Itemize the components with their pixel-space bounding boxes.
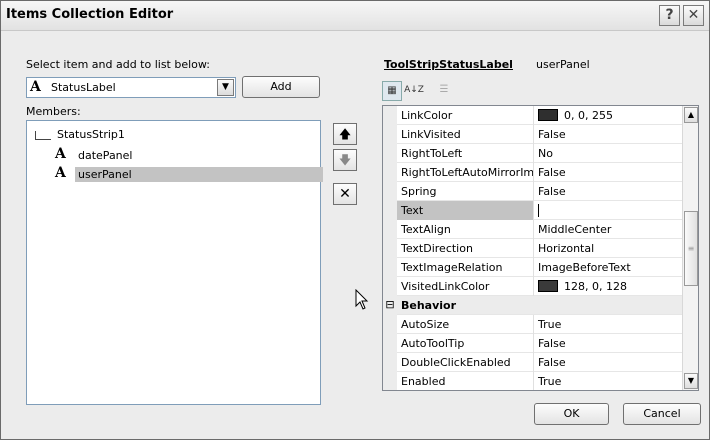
categorized-icon[interactable]: ▦	[382, 81, 402, 101]
property-name: RightToLeftAutoMirrorIm	[397, 163, 534, 182]
property-row-doubleclickenabled[interactable]: DoubleClickEnabled False	[383, 353, 683, 372]
property-row-enabled[interactable]: Enabled True	[383, 372, 683, 390]
property-value[interactable]: 0, 0, 255	[535, 106, 683, 125]
members-list[interactable]: StatusStrip1 A datePanel A userPanel	[26, 120, 323, 405]
remove-button[interactable]: ✕	[333, 183, 357, 205]
move-up-button[interactable]: 🡅	[333, 123, 357, 145]
label-type-icon: A	[55, 146, 66, 162]
arrow-up-icon: 🡅	[338, 127, 352, 141]
window-title: Items Collection Editor	[6, 7, 174, 22]
property-name: Enabled	[397, 372, 534, 390]
select-item-label: Select item and add to list below:	[26, 58, 211, 71]
property-value[interactable]: False	[535, 163, 683, 182]
category-name: Behavior	[401, 299, 457, 312]
item-type-combobox[interactable]: A StatusLabel ▼	[26, 77, 236, 98]
delete-icon: ✕	[339, 186, 351, 202]
label-type-icon: A	[30, 79, 41, 95]
add-button[interactable]: Add	[242, 76, 320, 98]
item-type-value: StatusLabel	[51, 81, 116, 94]
property-name: VisitedLinkColor	[397, 277, 534, 296]
property-row-righttoleftautomirror[interactable]: RightToLeftAutoMirrorIm False	[383, 163, 683, 182]
property-name: LinkColor	[397, 106, 534, 125]
property-row-autosize[interactable]: AutoSize True	[383, 315, 683, 334]
cancel-button[interactable]: Cancel	[623, 403, 701, 425]
property-name: Spring	[397, 182, 534, 201]
property-row-righttoleft[interactable]: RightToLeft No	[383, 144, 683, 163]
property-row-textalign[interactable]: TextAlign MiddleCenter	[383, 220, 683, 239]
property-name: Text	[397, 201, 534, 220]
ok-button[interactable]: OK	[534, 403, 609, 425]
label-type-icon: A	[55, 165, 66, 181]
property-value[interactable]: False	[535, 125, 683, 144]
collapse-icon[interactable]: ⊟	[383, 296, 397, 315]
property-name: TextImageRelation	[397, 258, 534, 277]
selected-object-name: userPanel	[536, 58, 590, 71]
property-row-textdirection[interactable]: TextDirection Horizontal	[383, 239, 683, 258]
property-name: AutoSize	[397, 315, 534, 334]
list-item-label: datePanel	[78, 149, 133, 162]
property-pages-icon[interactable]: ☰	[434, 81, 454, 101]
property-value[interactable]: True	[535, 315, 683, 334]
property-value[interactable]: False	[535, 334, 683, 353]
tree-root-label: StatusStrip1	[57, 128, 125, 141]
tree-root-statusstrip[interactable]: StatusStrip1	[35, 128, 125, 141]
property-row-spring[interactable]: Spring False	[383, 182, 683, 201]
property-name: AutoToolTip	[397, 334, 534, 353]
sort-alphabetical-icon[interactable]: A↓Z	[404, 81, 424, 101]
property-grid[interactable]: LinkColor 0, 0, 255 LinkVisited False Ri…	[382, 105, 699, 391]
property-name: TextDirection	[397, 239, 534, 258]
title-bar: Items Collection Editor ? ✕	[1, 1, 709, 31]
list-item-datepanel[interactable]: A datePanel	[55, 146, 317, 165]
close-icon: ✕	[687, 7, 700, 23]
property-row-linkvisited[interactable]: LinkVisited False	[383, 125, 683, 144]
property-name: DoubleClickEnabled	[397, 353, 534, 372]
property-name: LinkVisited	[397, 125, 534, 144]
ok-button-label: OK	[563, 407, 580, 420]
property-row-visitedlinkcolor[interactable]: VisitedLinkColor 128, 0, 128	[383, 277, 683, 296]
cancel-button-label: Cancel	[643, 407, 681, 420]
items-collection-editor-window: Items Collection Editor ? ✕ Select item …	[0, 0, 710, 440]
color-swatch	[538, 109, 558, 121]
property-row-autotooltip[interactable]: AutoToolTip False	[383, 334, 683, 353]
property-value[interactable]: True	[535, 372, 683, 390]
property-value[interactable]: MiddleCenter	[535, 220, 683, 239]
mouse-pointer-icon	[355, 289, 369, 310]
property-value[interactable]: 128, 0, 128	[535, 277, 683, 296]
scroll-down-icon[interactable]: ▼	[684, 373, 698, 389]
property-value[interactable]: No	[535, 144, 683, 163]
color-swatch	[538, 280, 558, 292]
close-button[interactable]: ✕	[683, 5, 704, 26]
help-button[interactable]: ?	[659, 5, 680, 26]
members-label: Members:	[26, 105, 81, 118]
property-name: RightToLeft	[397, 144, 534, 163]
move-down-button[interactable]: 🡇	[333, 149, 357, 171]
property-grid-scrollbar[interactable]: ▲ ≡ ▼	[682, 106, 698, 390]
property-value[interactable]: Horizontal	[535, 239, 683, 258]
text-caret	[538, 204, 539, 217]
property-value[interactable]: False	[535, 353, 683, 372]
selected-type-name: ToolStripStatusLabel	[384, 58, 513, 71]
arrow-down-icon: 🡇	[338, 153, 352, 167]
scroll-thumb[interactable]: ≡	[684, 211, 698, 286]
property-value[interactable]: ImageBeforeText	[535, 258, 683, 277]
property-name: TextAlign	[397, 220, 534, 239]
scroll-up-icon[interactable]: ▲	[684, 107, 698, 123]
list-item-userpanel[interactable]: A userPanel	[55, 165, 323, 184]
add-button-label: Add	[270, 80, 292, 93]
list-item-label: userPanel	[75, 167, 323, 182]
property-row-textimagerelation[interactable]: TextImageRelation ImageBeforeText	[383, 258, 683, 277]
property-value[interactable]: False	[535, 182, 683, 201]
chevron-down-icon[interactable]: ▼	[217, 79, 234, 96]
text-value-input[interactable]	[535, 201, 683, 220]
property-row-text[interactable]: Text	[383, 201, 683, 220]
property-row-linkcolor[interactable]: LinkColor 0, 0, 255	[383, 106, 683, 125]
category-row-behavior[interactable]: ⊟ Behavior	[383, 296, 683, 315]
help-icon: ?	[665, 7, 674, 23]
statusstrip-icon	[35, 130, 51, 140]
